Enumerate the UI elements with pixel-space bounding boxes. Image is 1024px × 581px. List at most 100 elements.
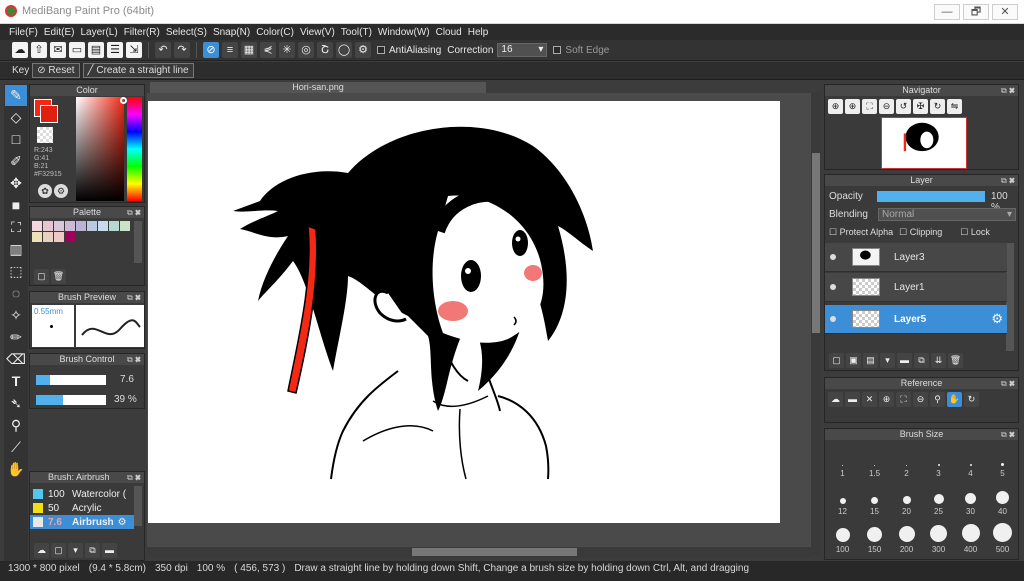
select-pen-icon[interactable]: ✏ bbox=[5, 327, 27, 348]
perspective-snap-icon[interactable]: ⋞ bbox=[260, 42, 276, 58]
grid-snap-icon[interactable]: ▦ bbox=[241, 42, 257, 58]
blending-select[interactable]: Normal ▾ bbox=[878, 208, 1016, 221]
palette-swatch[interactable] bbox=[87, 221, 97, 231]
parallel-snap-icon[interactable]: ≡ bbox=[222, 42, 238, 58]
brush-size-option[interactable]: 2 bbox=[891, 442, 922, 478]
merge-layer-icon[interactable]: ⇊ bbox=[931, 353, 946, 368]
canvas-document[interactable] bbox=[148, 101, 780, 523]
redo-icon[interactable]: ↷ bbox=[174, 42, 190, 58]
reference-close-icon[interactable]: ✕ bbox=[862, 392, 877, 407]
transparent-color-swatch[interactable] bbox=[37, 127, 53, 143]
brush-size-option[interactable]: 4 bbox=[955, 442, 986, 478]
brush-size-option[interactable]: 150 bbox=[859, 518, 890, 554]
snap-off-icon[interactable]: ⊘ bbox=[203, 42, 219, 58]
antialias-checkbox[interactable] bbox=[377, 46, 385, 54]
brush-size-option[interactable]: 100 bbox=[827, 518, 858, 554]
brush-size-slider[interactable] bbox=[36, 375, 106, 385]
brush-folder-icon[interactable]: ▬ bbox=[102, 543, 117, 558]
brush-copy-icon[interactable]: ⧉ bbox=[85, 543, 100, 558]
concentric-snap-icon[interactable]: ◎ bbox=[298, 42, 314, 58]
brush-size-option[interactable]: 25 bbox=[923, 480, 954, 516]
brush-size-option[interactable]: 20 bbox=[891, 480, 922, 516]
curve-snap-icon[interactable]: Շ bbox=[317, 42, 333, 58]
clipping-checkbox[interactable]: ☐ Clipping bbox=[899, 227, 942, 238]
brush-list-scrollbar[interactable] bbox=[134, 486, 142, 526]
palette-swatch[interactable] bbox=[65, 221, 75, 231]
fill-rect-icon[interactable]: ■ bbox=[5, 195, 27, 216]
minimize-button[interactable]: — bbox=[934, 4, 960, 20]
palette-scrollbar[interactable] bbox=[134, 221, 142, 263]
eye-icon[interactable] bbox=[830, 316, 836, 322]
document-tab[interactable]: Hori-san.png bbox=[150, 82, 486, 93]
bucket-tool-icon[interactable]: ⛶ bbox=[5, 217, 27, 238]
list-icon[interactable]: ☰ bbox=[107, 42, 123, 58]
menu-edit[interactable]: Edit(E) bbox=[41, 27, 78, 38]
eyedropper-tool-icon[interactable]: ⚲ bbox=[5, 415, 27, 436]
palette-swatch[interactable] bbox=[98, 221, 108, 231]
menu-cloud[interactable]: Cloud bbox=[433, 27, 465, 38]
palette-swatch[interactable] bbox=[120, 221, 130, 231]
gradient-tool-icon[interactable]: ▥ bbox=[5, 239, 27, 260]
comment-icon[interactable]: ✉ bbox=[50, 42, 66, 58]
text-tool-icon[interactable]: T bbox=[5, 371, 27, 392]
panel-close-icon[interactable]: ⧉ ✖ bbox=[127, 292, 141, 303]
menu-file[interactable]: File(F) bbox=[6, 27, 41, 38]
zoom-in-alt-icon[interactable]: ⊕ bbox=[845, 99, 860, 114]
delete-palette-icon[interactable]: 🗑 bbox=[51, 269, 66, 284]
add-brush-icon[interactable]: ▢ bbox=[51, 543, 66, 558]
radial-snap-icon[interactable]: ✳ bbox=[279, 42, 295, 58]
brush-size-option[interactable]: 1 bbox=[827, 442, 858, 478]
color-settings-icon[interactable]: ⚙ bbox=[54, 184, 68, 198]
layer-row-layer5[interactable]: Layer5 ⚙ bbox=[825, 305, 1007, 334]
saturation-value-picker[interactable] bbox=[76, 97, 124, 201]
panel-close-icon[interactable]: ⧉ ✖ bbox=[1001, 429, 1015, 440]
magic-wand-icon[interactable]: ✧ bbox=[5, 305, 27, 326]
new-8bit-layer-icon[interactable]: ▤ bbox=[863, 353, 878, 368]
brush-size-option[interactable]: 15 bbox=[859, 480, 890, 516]
color-wheel-icon[interactable]: ✿ bbox=[38, 184, 52, 198]
panel-close-icon[interactable]: ⧉ ✖ bbox=[1001, 175, 1015, 186]
dot-tool-icon[interactable]: □ bbox=[5, 129, 27, 150]
menu-select[interactable]: Select(S) bbox=[163, 27, 210, 38]
reference-hand-icon[interactable]: ✋ bbox=[947, 392, 962, 407]
menu-snap[interactable]: Snap(N) bbox=[210, 27, 253, 38]
menu-color[interactable]: Color(C) bbox=[253, 27, 297, 38]
straight-line-button[interactable]: ╱ Create a straight line bbox=[82, 63, 194, 78]
delete-layer-icon[interactable]: 🗑 bbox=[948, 353, 963, 368]
palette-swatch[interactable] bbox=[76, 221, 86, 231]
canvas-vertical-scrollbar[interactable] bbox=[811, 93, 821, 555]
share-icon[interactable]: ⇧ bbox=[31, 42, 47, 58]
lasso-brush-icon[interactable]: ✐ bbox=[5, 151, 27, 172]
select-rect-icon[interactable]: ⬚ bbox=[5, 261, 27, 282]
menu-filter[interactable]: Filter(R) bbox=[121, 27, 163, 38]
window-icon[interactable]: ▭ bbox=[69, 42, 85, 58]
document-icon[interactable]: ▤ bbox=[88, 42, 104, 58]
eraser-tool-icon[interactable]: ◇ bbox=[5, 107, 27, 128]
navigator-thumbnail[interactable] bbox=[881, 117, 967, 169]
ellipse-snap-icon[interactable]: ◯ bbox=[336, 42, 352, 58]
layer-row-layer1[interactable]: Layer1 bbox=[825, 273, 1007, 302]
palette-swatch[interactable] bbox=[65, 232, 75, 242]
layer-menu-icon[interactable]: ▾ bbox=[880, 353, 895, 368]
reset-button[interactable]: ⊘ Reset bbox=[32, 63, 80, 78]
rotate-right-icon[interactable]: ↻ bbox=[930, 99, 945, 114]
add-palette-icon[interactable]: ▢ bbox=[34, 269, 49, 284]
zoom-out-icon[interactable]: ⊖ bbox=[879, 99, 894, 114]
secondary-color-swatch[interactable] bbox=[40, 105, 58, 123]
reference-zoom-in-icon[interactable]: ⊕ bbox=[879, 392, 894, 407]
canvas-horizontal-scrollbar[interactable] bbox=[147, 547, 811, 557]
palette-swatch[interactable] bbox=[43, 221, 53, 231]
menu-tool[interactable]: Tool(T) bbox=[338, 27, 375, 38]
export-icon[interactable]: ⇲ bbox=[126, 42, 142, 58]
move-tool-icon[interactable]: ✥ bbox=[5, 173, 27, 194]
lock-checkbox[interactable]: ☐ Lock bbox=[960, 227, 990, 238]
palette-swatch[interactable] bbox=[109, 221, 119, 231]
zoom-in-icon[interactable]: ⊕ bbox=[828, 99, 843, 114]
menu-view[interactable]: View(V) bbox=[297, 27, 338, 38]
layer-row-layer3[interactable]: Layer3 bbox=[825, 243, 1007, 272]
brush-size-option[interactable]: 300 bbox=[923, 518, 954, 554]
brush-size-option[interactable]: 12 bbox=[827, 480, 858, 516]
duplicate-layer-icon[interactable]: ⧉ bbox=[914, 353, 929, 368]
palette-swatch[interactable] bbox=[54, 221, 64, 231]
panel-close-icon[interactable]: ⧉ ✖ bbox=[127, 354, 141, 365]
